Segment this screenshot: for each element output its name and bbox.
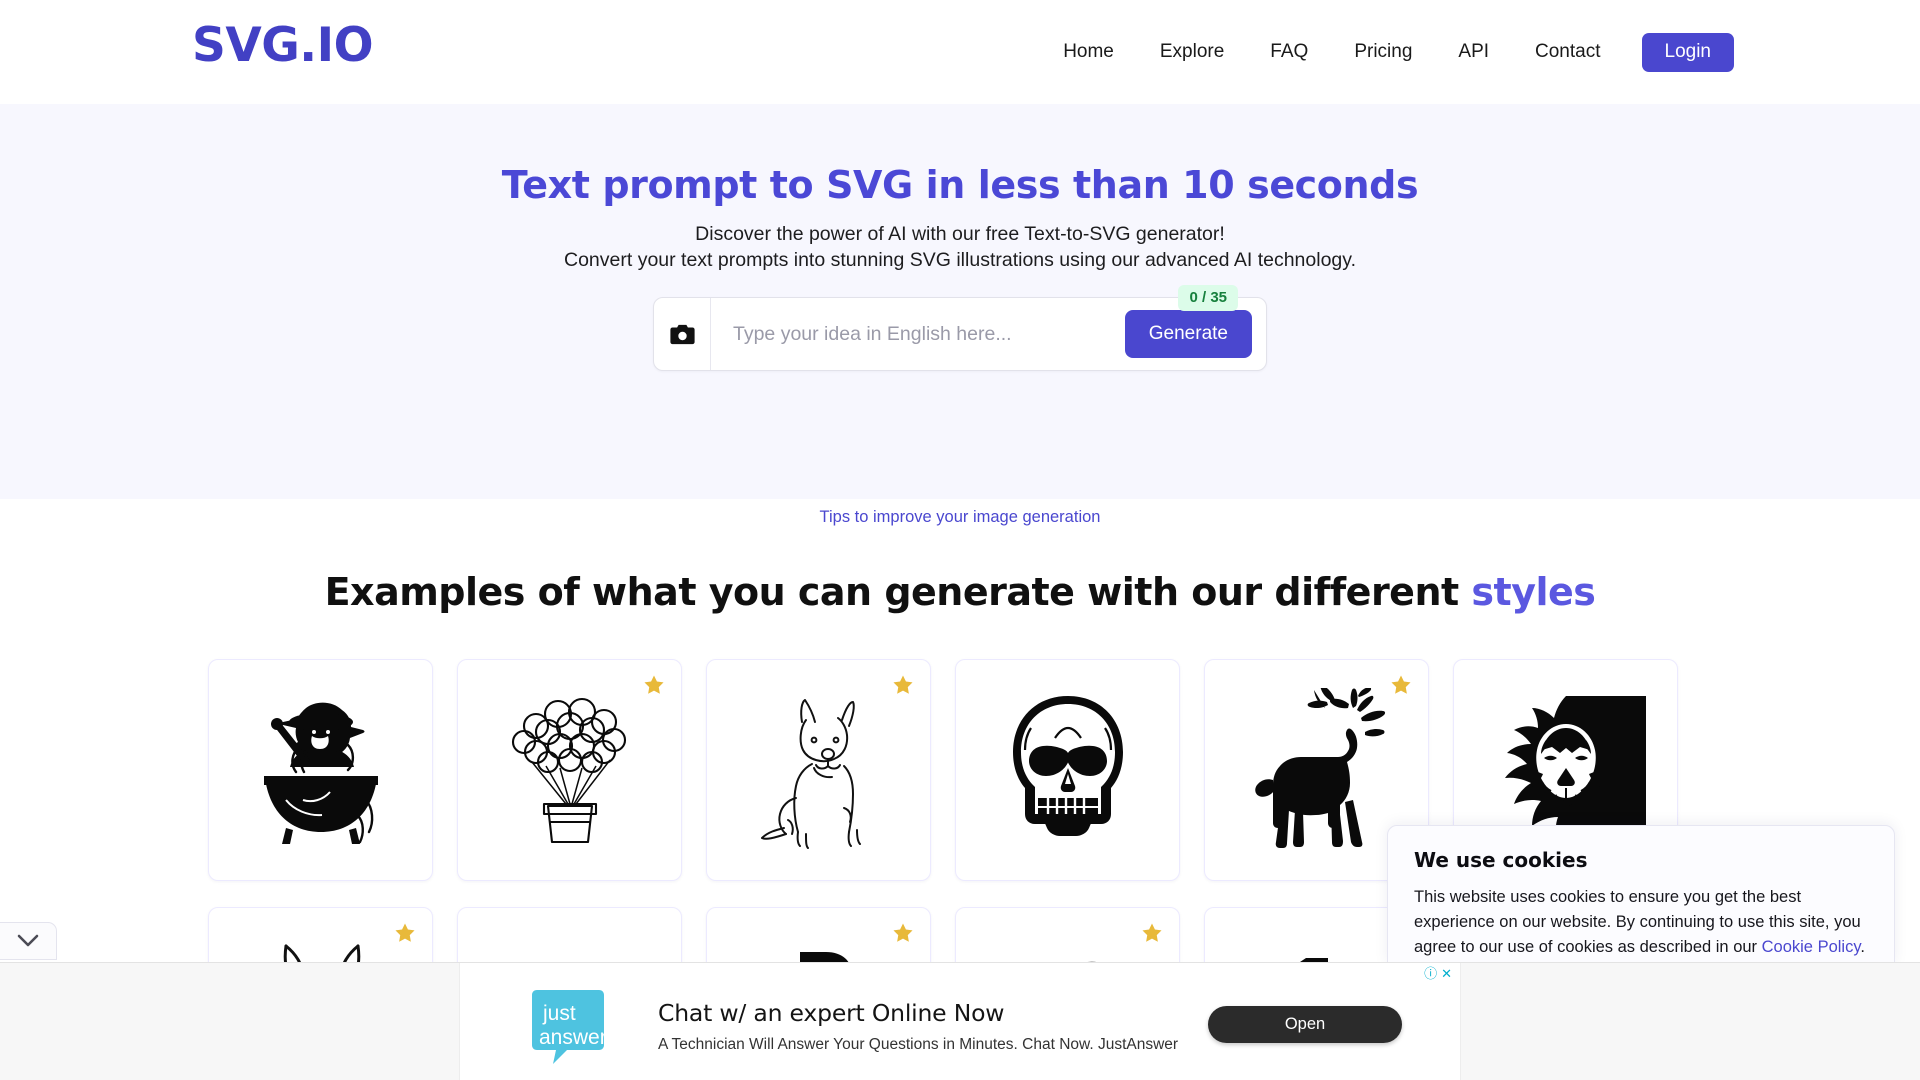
cookie-policy-link[interactable]: Cookie Policy — [1762, 938, 1861, 956]
featured-star-icon — [395, 923, 415, 942]
ad-open-button[interactable]: Open — [1208, 1006, 1402, 1043]
featured-star-icon — [644, 675, 664, 694]
example-card-line-art-dog[interactable] — [706, 659, 931, 881]
featured-star-icon — [893, 923, 913, 942]
collapse-toggle-tab[interactable] — [0, 922, 57, 960]
nav-item-home[interactable]: Home — [1040, 33, 1137, 71]
ad-close-icon[interactable]: ✕ — [1441, 967, 1452, 980]
ad-logo-text-just: just — [542, 1002, 576, 1025]
prompt-search-wrapper: Generate 0 / 35 — [653, 285, 1267, 371]
prompt-input[interactable] — [711, 298, 1125, 370]
nav-item-pricing[interactable]: Pricing — [1331, 33, 1435, 71]
site-logo[interactable]: SVG.IO — [192, 18, 374, 73]
example-card-skull[interactable] — [955, 659, 1180, 881]
page-root: SVG.IO Home Explore FAQ Pricing API Cont… — [0, 0, 1920, 1080]
example-card-flower-pot[interactable] — [457, 659, 682, 881]
hero-section: Text prompt to SVG in less than 10 secon… — [0, 104, 1920, 526]
nav-item-contact[interactable]: Contact — [1512, 33, 1623, 71]
ad-subtext: A Technician Will Answer Your Questions … — [658, 1036, 1179, 1053]
prompt-search-bar: Generate — [653, 297, 1267, 371]
generate-button[interactable]: Generate — [1124, 310, 1252, 358]
justanswer-logo: just answer — [532, 990, 607, 1064]
nav-item-faq[interactable]: FAQ — [1247, 33, 1331, 71]
witch-cauldron-illustration — [263, 702, 378, 844]
site-header: SVG.IO Home Explore FAQ Pricing API Cont… — [0, 0, 1920, 104]
examples-heading-accent: styles — [1471, 570, 1596, 614]
tips-link[interactable]: Tips to improve your image generation — [0, 508, 1920, 527]
camera-upload-button[interactable] — [654, 298, 711, 370]
nav-item-explore[interactable]: Explore — [1137, 33, 1247, 71]
cookie-banner-title: We use cookies — [1414, 848, 1588, 872]
main-navigation: Home Explore FAQ Pricing API Contact Log… — [1040, 33, 1734, 72]
examples-heading-plain: Examples of what you can generate with o… — [324, 570, 1472, 614]
ad-headline: Chat w/ an expert Online Now — [658, 999, 1005, 1027]
example-card-witch-cauldron[interactable] — [208, 659, 433, 881]
hero-title: Text prompt to SVG in less than 10 secon… — [501, 163, 1419, 207]
dog-line-illustration — [760, 698, 861, 849]
ad-logo-text-answer: answer — [539, 1026, 607, 1049]
cookie-banner-body: This website uses cookies to ensure you … — [1414, 885, 1868, 964]
nav-item-api[interactable]: API — [1435, 33, 1512, 71]
ad-info-icon[interactable]: ⓘ — [1424, 967, 1437, 980]
character-counter-badge: 0 / 35 — [1178, 285, 1238, 311]
login-button[interactable]: Login — [1641, 33, 1734, 72]
hero-subtitle-line-2: Convert your text prompts into stunning … — [564, 249, 1356, 271]
featured-star-icon — [1142, 923, 1162, 942]
skull-illustration — [1012, 696, 1123, 836]
camera-icon — [669, 324, 695, 345]
ad-bar-background: ⓘ ✕ just answer Chat w/ an expert Online… — [0, 962, 1920, 1080]
deer-illustration — [1255, 687, 1386, 848]
flower-pot-illustration — [511, 697, 626, 843]
hero-subtitle: Discover the power of AI with our free T… — [0, 221, 1920, 273]
chevron-down-icon — [17, 934, 39, 947]
cookie-consent-banner: We use cookies This website uses cookies… — [1387, 825, 1895, 965]
featured-star-icon — [1391, 675, 1411, 694]
ad-choices-controls: ⓘ ✕ — [1424, 967, 1452, 980]
examples-heading: Examples of what you can generate with o… — [0, 570, 1920, 614]
justanswer-ad: ⓘ ✕ just answer Chat w/ an expert Online… — [459, 963, 1461, 1080]
featured-star-icon — [893, 675, 913, 694]
hero-subtitle-line-1: Discover the power of AI with our free T… — [695, 223, 1225, 245]
